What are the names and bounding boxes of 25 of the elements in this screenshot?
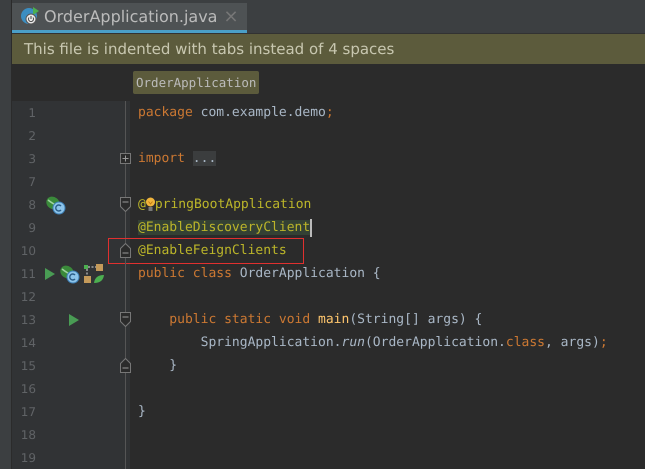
code-line: public static void main(String[] args) {: [168, 312, 482, 327]
code-line: @: [138, 197, 146, 212]
bean-icon[interactable]: [44, 194, 66, 214]
run-icon[interactable]: [44, 266, 56, 280]
expand-icon[interactable]: [120, 153, 130, 164]
collapse-icon[interactable]: [120, 358, 130, 373]
notification-text: This file is indented with tabs instead of 4 spaces: [24, 40, 394, 58]
run-icon[interactable]: [68, 312, 80, 326]
file-icon: [20, 6, 40, 26]
breadcrumb[interactable]: OrderApplication: [133, 71, 260, 94]
bean-icon[interactable]: [58, 264, 80, 284]
editor-tab[interactable]: OrderApplication.java ×: [12, 2, 247, 33]
code-line: pringBootApplication: [154, 197, 312, 212]
code-line: import ...: [138, 151, 216, 166]
code-line: SpringApplication.run(OrderApplication.class, args);: [200, 335, 608, 350]
code-line: public class OrderApplication {: [138, 266, 381, 281]
code-line: @EnableFeignClients: [138, 243, 287, 258]
collapse-icon[interactable]: [120, 197, 130, 212]
collapse-icon[interactable]: [120, 312, 130, 327]
collapse-icon[interactable]: [120, 243, 130, 258]
lightbulb-icon[interactable]: [146, 196, 155, 214]
code-line: package com.example.demo;: [138, 105, 334, 120]
code-line: }: [168, 358, 178, 373]
code-line: }: [138, 404, 146, 419]
graph-icon[interactable]: [82, 262, 106, 284]
